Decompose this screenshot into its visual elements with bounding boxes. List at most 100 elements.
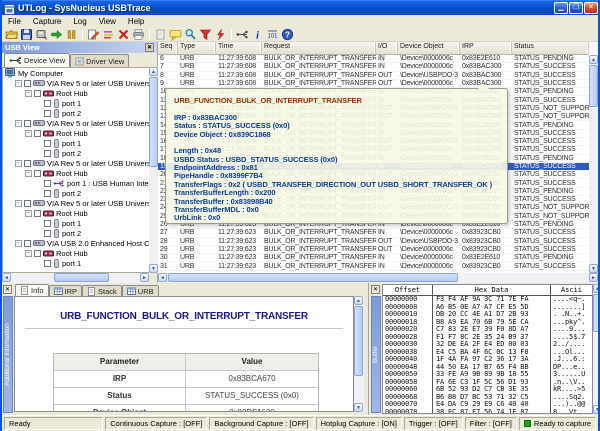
- tree-horizontal-scrollbar[interactable]: ◄ ►: [2, 273, 149, 283]
- table-row[interactable]: 31URB11:27:39:623BULK_OR_INTERRUPT_TRANS…: [158, 262, 589, 270]
- pause-capture-icon[interactable]: [64, 27, 79, 41]
- tree-item[interactable]: -VIA USB 2.0 Enhanced Host Controller: [3, 238, 149, 248]
- scroll-left-icon[interactable]: ◄: [2, 273, 11, 282]
- delete-log-icon[interactable]: [116, 27, 131, 41]
- device-checkbox[interactable]: [34, 90, 41, 97]
- tab-device-view[interactable]: Device View: [4, 53, 70, 67]
- tab-driver-view[interactable]: Driver View: [70, 54, 129, 67]
- binary-view-icon[interactable]: 101: [265, 27, 280, 41]
- table-row[interactable]: 6URB11:27:39:608BULK_OR_INTERRUPT_TRANSF…: [158, 55, 589, 63]
- title-bar[interactable]: UTLog - SysNucleus USBTrace ▁ ❐ ✕: [0, 0, 600, 15]
- log-hscroll-thumb[interactable]: [168, 273, 458, 282]
- scroll-down-icon[interactable]: ▼: [589, 264, 598, 273]
- tab-irp[interactable]: IRP: [49, 285, 83, 296]
- tree-item[interactable]: port 1 : USB Human Interface D: [3, 178, 149, 188]
- scroll-down-icon[interactable]: ▼: [354, 403, 363, 412]
- menu-file[interactable]: File: [2, 17, 27, 26]
- trigger-icon[interactable]: [213, 27, 228, 41]
- table-row[interactable]: 30URB11:27:39:623BULK_OR_INTERRUPT_TRANS…: [158, 254, 589, 262]
- tree-vertical-scrollbar[interactable]: ▲ ▼: [149, 67, 158, 273]
- collapse-icon[interactable]: -: [25, 90, 32, 97]
- help-icon[interactable]: ?: [280, 27, 295, 41]
- collapse-icon[interactable]: -: [15, 160, 22, 167]
- tree-item[interactable]: -VIA Rev 5 or later USB Universal Host C: [3, 158, 149, 168]
- device-checkbox[interactable]: [44, 150, 51, 157]
- column-header-time[interactable]: Time: [216, 42, 262, 54]
- tab-urb[interactable]: URB: [122, 285, 159, 296]
- device-checkbox[interactable]: [24, 200, 31, 207]
- start-capture-icon[interactable]: [49, 27, 64, 41]
- table-row[interactable]: 29URB11:27:39:623BULK_OR_INTERRUPT_TRANS…: [158, 246, 589, 254]
- device-checkbox[interactable]: [44, 100, 51, 107]
- scroll-down-icon[interactable]: ▼: [593, 405, 600, 414]
- log-table-header[interactable]: SeqTypeTimeRequestI/ODevice ObjectIRPSta…: [158, 42, 589, 55]
- print-icon[interactable]: [131, 27, 146, 41]
- scroll-right-icon[interactable]: ►: [589, 273, 598, 282]
- tree-item[interactable]: port 2: [3, 148, 149, 158]
- info-scroll-thumb[interactable]: [354, 306, 363, 376]
- buffer-vertical-scrollbar[interactable]: ▲ ▼: [593, 284, 600, 414]
- device-checkbox[interactable]: [34, 210, 41, 217]
- device-checkbox[interactable]: [44, 230, 51, 237]
- device-checkbox[interactable]: [44, 220, 51, 227]
- tree-hscroll-thumb[interactable]: [54, 273, 109, 282]
- scroll-up-icon[interactable]: ▲: [589, 55, 598, 64]
- device-info-icon[interactable]: i: [250, 27, 265, 41]
- table-row[interactable]: 9URB11:27:39:608BULK_OR_INTERRUPT_TRANSF…: [158, 80, 589, 88]
- scroll-right-icon[interactable]: ►: [140, 273, 149, 282]
- scroll-up-icon[interactable]: ▲: [593, 284, 600, 293]
- device-checkbox[interactable]: [44, 190, 51, 197]
- view-raw-icon[interactable]: [153, 27, 168, 41]
- table-row[interactable]: 8URB11:27:39:608BULK_OR_INTERRUPT_TRANSF…: [158, 72, 589, 80]
- tree-item[interactable]: port 1: [3, 98, 149, 108]
- tree-item[interactable]: -Root Hub: [3, 128, 149, 138]
- tree-item[interactable]: -Root Hub: [3, 88, 149, 98]
- menu-view[interactable]: View: [93, 17, 122, 26]
- device-checkbox[interactable]: [24, 160, 31, 167]
- collapse-icon[interactable]: -: [15, 120, 22, 127]
- device-checkbox[interactable]: [44, 110, 51, 117]
- tree-item[interactable]: port 2: [3, 228, 149, 238]
- tree-item[interactable]: port 1: [3, 138, 149, 148]
- filter-icon[interactable]: [198, 27, 213, 41]
- device-checkbox[interactable]: [44, 260, 51, 267]
- log-vertical-scrollbar[interactable]: ▲ ▼: [589, 55, 598, 273]
- collapse-icon[interactable]: -: [25, 170, 32, 177]
- minimize-button[interactable]: ▁: [554, 2, 568, 14]
- column-header-io[interactable]: I/O: [376, 42, 398, 54]
- column-header-irp[interactable]: IRP: [460, 42, 512, 54]
- tree-item[interactable]: port 2: [3, 188, 149, 198]
- column-header-request[interactable]: Request: [262, 42, 376, 54]
- collapse-icon[interactable]: -: [15, 80, 22, 87]
- tree-item[interactable]: -VIA Rev 5 or later USB Universal Host C: [3, 198, 149, 208]
- usb-view-close-icon[interactable]: ✕: [145, 43, 154, 52]
- info-panel-close-icon[interactable]: ✕: [3, 285, 12, 294]
- close-button[interactable]: ✕: [584, 2, 598, 14]
- usb-view-icon[interactable]: [235, 27, 250, 41]
- open-log-icon[interactable]: [4, 27, 19, 41]
- tab-info[interactable]: Info: [15, 284, 49, 296]
- device-checkbox[interactable]: [24, 80, 31, 87]
- tree-item[interactable]: port 1: [3, 258, 149, 268]
- device-checkbox[interactable]: [34, 170, 41, 177]
- log-horizontal-scrollbar[interactable]: ◄ ►: [158, 273, 598, 283]
- scroll-left-icon[interactable]: ◄: [158, 273, 167, 282]
- tree-scroll-thumb[interactable]: [149, 77, 158, 167]
- table-row[interactable]: 28URB11:27:39:623BULK_OR_INTERRUPT_TRANS…: [158, 238, 589, 246]
- device-checkbox[interactable]: [34, 130, 41, 137]
- device-checkbox[interactable]: [24, 120, 31, 127]
- scroll-down-icon[interactable]: ▼: [149, 264, 158, 273]
- collapse-icon[interactable]: -: [25, 210, 32, 217]
- tree-item[interactable]: -VIA Rev 5 or later USB Universal Host C: [3, 78, 149, 88]
- tree-item[interactable]: -Root Hub: [3, 248, 149, 258]
- buffer-scroll-thumb[interactable]: [593, 294, 600, 332]
- clear-log-icon[interactable]: [101, 27, 116, 41]
- buffer-panel-close-icon[interactable]: ✕: [371, 285, 380, 294]
- collapse-icon[interactable]: -: [25, 130, 32, 137]
- menu-help[interactable]: Help: [122, 17, 150, 26]
- tree-item[interactable]: My Computer: [3, 68, 149, 78]
- column-header-type[interactable]: Type: [178, 42, 216, 54]
- edit-comment-icon[interactable]: [86, 27, 101, 41]
- hex-row[interactable]: 0000007838 EC 87 E7 56 74 1E 878...Vt..: [383, 409, 592, 415]
- tree-item[interactable]: port 2: [3, 108, 149, 118]
